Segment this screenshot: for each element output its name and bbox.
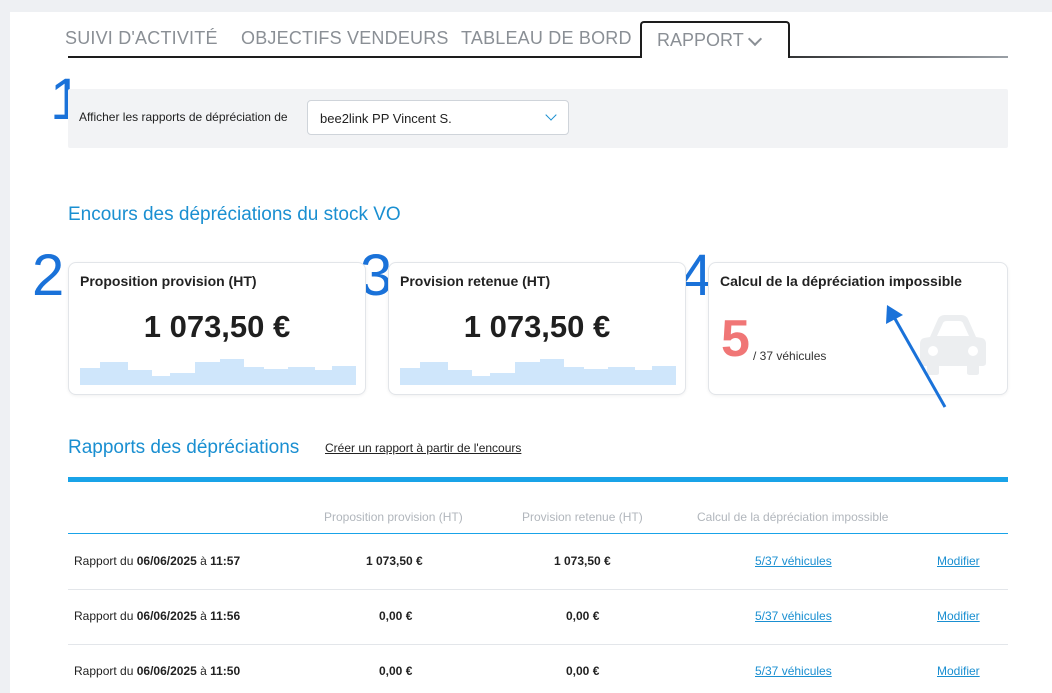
rapports-title: Rapports des dépréciations — [68, 437, 300, 458]
vehicles-link[interactable]: 5/37 véhicules — [755, 609, 832, 623]
create-report-link[interactable]: Créer un rapport à partir de l'encours — [325, 441, 521, 455]
table-cell-retenue: 0,00 € — [566, 664, 600, 678]
column-header-impossible: Calcul de la dépréciation impossible — [697, 510, 889, 524]
impossible-count: 5 — [721, 310, 750, 368]
table-cell-retenue: 0,00 € — [566, 609, 600, 623]
modify-link[interactable]: Modifier — [937, 609, 980, 623]
column-header-proposition: Proposition provision (HT) — [324, 510, 463, 524]
tab-objectifs-vendeurs[interactable]: OBJECTIFS VENDEURS — [241, 28, 449, 49]
section-divider — [68, 477, 1008, 482]
user-select[interactable]: bee2link PP Vincent S. — [307, 100, 569, 135]
row-divider — [68, 589, 1008, 590]
tab-rapport-label: RAPPORT — [657, 30, 744, 50]
tabs-underline — [68, 56, 1008, 58]
table-row-label: Rapport du 06/06/2025 à 11:56 — [74, 609, 241, 623]
table-cell-retenue: 1 073,50 € — [554, 554, 611, 568]
modify-link[interactable]: Modifier — [937, 664, 980, 678]
card-amount: 1 073,50 € — [463, 309, 611, 344]
filter-bar: Afficher les rapports de dépréciation de… — [68, 89, 1008, 148]
card-provision-retenue: Provision retenue (HT) 1 073,50 € — [388, 262, 686, 395]
vehicle-total: / 37 véhicules — [753, 349, 827, 363]
sparkline-chart — [400, 359, 676, 385]
row-divider — [68, 644, 1008, 645]
tab-rapport[interactable]: RAPPORT — [640, 21, 790, 58]
card-title: Provision retenue (HT) — [400, 273, 551, 289]
table-cell-proposition: 1 073,50 € — [366, 554, 423, 568]
card-title: Calcul de la dépréciation impossible — [720, 273, 962, 289]
column-header-retenue: Provision retenue (HT) — [522, 510, 643, 524]
card-calcul-impossible[interactable]: Calcul de la dépréciation impossible 5 /… — [708, 262, 1008, 395]
page: SUIVI D'ACTIVITÉ OBJECTIFS VENDEURS TABL… — [10, 12, 1052, 693]
card-title: Proposition provision (HT) — [80, 273, 257, 289]
encours-title: Encours des dépréciations du stock VO — [68, 204, 401, 225]
user-select-value: bee2link PP Vincent S. — [320, 111, 452, 126]
table-row-label: Rapport du 06/06/2025 à 11:50 — [74, 664, 241, 678]
card-proposition-provision: Proposition provision (HT) 1 073,50 € — [68, 262, 366, 395]
card-amount: 1 073,50 € — [143, 309, 291, 344]
annotation-number-2: 2 — [32, 243, 65, 308]
tab-tableau-de-bord[interactable]: TABLEAU DE BORD — [461, 28, 632, 49]
table-cell-proposition: 0,00 € — [379, 664, 413, 678]
vehicles-link[interactable]: 5/37 véhicules — [755, 554, 832, 568]
tab-suivi-activite[interactable]: SUIVI D'ACTIVITÉ — [65, 28, 218, 49]
table-header-divider — [68, 533, 1008, 534]
table-row-label: Rapport du 06/06/2025 à 11:57 — [74, 554, 241, 568]
modify-link[interactable]: Modifier — [937, 554, 980, 568]
chevron-down-icon — [747, 31, 763, 47]
table-cell-proposition: 0,00 € — [379, 609, 413, 623]
vehicles-link[interactable]: 5/37 véhicules — [755, 664, 832, 678]
sparkline-chart — [80, 359, 356, 385]
filter-label: Afficher les rapports de dépréciation de — [79, 110, 288, 124]
car-icon — [920, 315, 986, 375]
chevron-down-icon — [545, 109, 557, 121]
